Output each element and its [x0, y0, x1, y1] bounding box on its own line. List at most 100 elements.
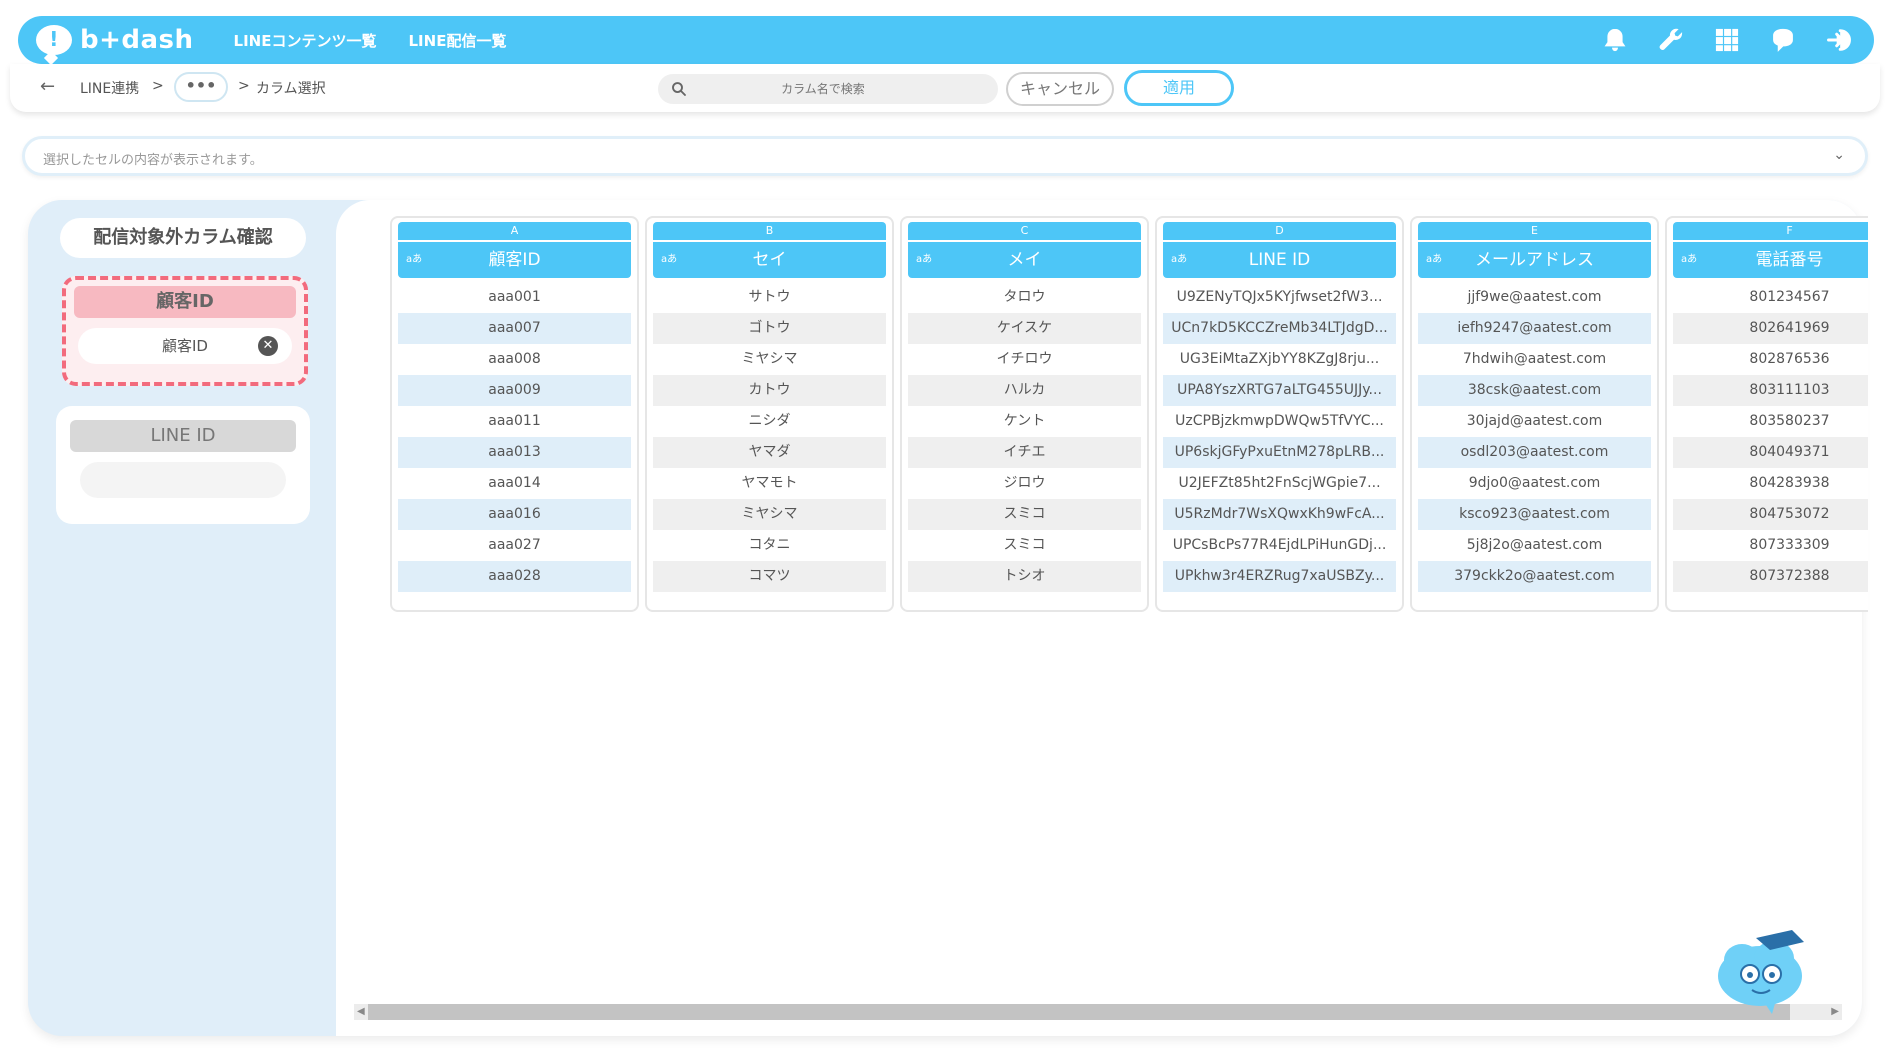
table-cell[interactable]: 803580237 — [1673, 406, 1868, 437]
scroll-left-icon[interactable]: ◀ — [357, 1004, 365, 1020]
table-cell[interactable]: UzCPBjzkmwpDWQw5TfVYC... — [1163, 406, 1396, 437]
table-cell[interactable]: osdl203@aatest.com — [1418, 437, 1651, 468]
table-cell[interactable]: UPkhw3r4ERZRug7xaUSBZy... — [1163, 561, 1396, 592]
column-header[interactable]: aあ メールアドレス — [1418, 242, 1651, 278]
table-cell[interactable]: 807333309 — [1673, 530, 1868, 561]
table-column[interactable]: Aaあ 顧客ID aaa001 aaa007 aaa008 aaa009 aaa011 aaa… — [390, 216, 639, 612]
table-column[interactable]: Daあ LINE ID U9ZENyTQJx5KYjfwset2fW3... UCn7… — [1155, 216, 1404, 612]
column-header[interactable]: aあ セイ — [653, 242, 886, 278]
table-cell[interactable]: aaa007 — [398, 313, 631, 344]
scrollbar-thumb[interactable] — [368, 1004, 1790, 1020]
chevron-down-icon[interactable]: ⌄ — [1833, 147, 1845, 163]
cancel-button[interactable]: キャンセル — [1006, 72, 1114, 106]
table-cell[interactable]: UPCsBcPs77R4EjdLPiHunGDj... — [1163, 530, 1396, 561]
table-cell[interactable]: 803111103 — [1673, 375, 1868, 406]
table-column[interactable]: Caあ メイ タロウ ケイスケ イチロウ ハルカ ケント イチエ ジロウ スミコ スミコ トシオ — [900, 216, 1149, 612]
table-cell[interactable]: ジロウ — [908, 468, 1141, 499]
column-header[interactable]: aあ 顧客ID — [398, 242, 631, 278]
table-cell[interactable]: ヤマダ — [653, 437, 886, 468]
table-cell[interactable]: 801234567 — [1673, 282, 1868, 313]
line-id-card[interactable]: LINE ID — [56, 406, 310, 524]
table-cell[interactable]: ニシダ — [653, 406, 886, 437]
table-cell[interactable]: aaa001 — [398, 282, 631, 313]
table-cell[interactable]: aaa014 — [398, 468, 631, 499]
horizontal-scrollbar[interactable]: ◀ ▶ — [354, 1004, 1842, 1020]
column-rows: サトウ ゴトウ ミヤシマ カトウ ニシダ ヤマダ ヤマモト ミヤシマ コタニ コマツ — [653, 282, 886, 592]
table-cell[interactable]: イチエ — [908, 437, 1141, 468]
column-header[interactable]: aあ 電話番号 — [1673, 242, 1868, 278]
wrench-icon[interactable] — [1654, 23, 1688, 57]
excluded-column-chip[interactable]: 顧客ID ✕ — [78, 328, 292, 364]
table-cell[interactable]: aaa028 — [398, 561, 631, 592]
table-cell[interactable]: 30jajd@aatest.com — [1418, 406, 1651, 437]
table-cell[interactable]: 804049371 — [1673, 437, 1868, 468]
remove-chip-icon[interactable]: ✕ — [258, 336, 278, 356]
table-cell[interactable]: 5j8j2o@aatest.com — [1418, 530, 1651, 561]
table-cell[interactable]: ハルカ — [908, 375, 1141, 406]
table-cell[interactable]: ミヤシマ — [653, 499, 886, 530]
mascot-assistant-icon[interactable] — [1712, 920, 1812, 1016]
table-cell[interactable]: 804753072 — [1673, 499, 1868, 530]
scroll-right-icon[interactable]: ▶ — [1831, 1004, 1839, 1020]
bell-icon[interactable] — [1598, 23, 1632, 57]
column-letter: F — [1673, 222, 1868, 240]
table-column[interactable]: Baあ セイ サトウ ゴトウ ミヤシマ カトウ ニシダ ヤマダ ヤマモト ミヤシマ コタニ コマツ — [645, 216, 894, 612]
table-cell[interactable]: U9ZENyTQJx5KYjfwset2fW3... — [1163, 282, 1396, 313]
table-cell[interactable]: 38csk@aatest.com — [1418, 375, 1651, 406]
table-cell[interactable]: ケント — [908, 406, 1141, 437]
column-header[interactable]: aあ メイ — [908, 242, 1141, 278]
column-header[interactable]: aあ LINE ID — [1163, 242, 1396, 278]
table-cell[interactable]: UCn7kD5KCCZreMb34LTJdgD... — [1163, 313, 1396, 344]
table-cell[interactable]: ゴトウ — [653, 313, 886, 344]
table-cell[interactable]: U5RzMdr7WsXQwxKh9wFcA... — [1163, 499, 1396, 530]
apply-button[interactable]: 適用 — [1124, 70, 1234, 106]
table-cell[interactable]: aaa009 — [398, 375, 631, 406]
table-cell[interactable]: 9djo0@aatest.com — [1418, 468, 1651, 499]
breadcrumb-line-link[interactable]: LINE連携 — [80, 78, 139, 98]
cell-content-bar[interactable]: 選択したセルの内容が表示されます。 ⌄ — [22, 136, 1868, 176]
table-column[interactable]: Eaあ メールアドレス jjf9we@aatest.com iefh9247@aate… — [1410, 216, 1659, 612]
table-cell[interactable]: aaa016 — [398, 499, 631, 530]
bdash-logo[interactable]: ! b+dash — [36, 25, 194, 55]
nav-line-contents[interactable]: LINEコンテンツ一覧 — [234, 30, 377, 51]
table-cell[interactable]: スミコ — [908, 499, 1141, 530]
back-arrow-icon[interactable]: ← — [40, 76, 55, 97]
table-cell[interactable]: 804283938 — [1673, 468, 1868, 499]
table-cell[interactable]: コタニ — [653, 530, 886, 561]
table-cell[interactable]: ksco923@aatest.com — [1418, 499, 1651, 530]
nav-line-delivery[interactable]: LINE配信一覧 — [409, 30, 507, 51]
table-cell[interactable]: サトウ — [653, 282, 886, 313]
table-cell[interactable]: スミコ — [908, 530, 1141, 561]
table-column[interactable]: Faあ 電話番号 801234567 802641969 802876536 803111… — [1665, 216, 1868, 612]
table-cell[interactable]: トシオ — [908, 561, 1141, 592]
excluded-column-card[interactable]: 顧客ID 顧客ID ✕ — [62, 276, 308, 386]
table-cell[interactable]: イチロウ — [908, 344, 1141, 375]
table-cell[interactable]: コマツ — [653, 561, 886, 592]
table-cell[interactable]: カトウ — [653, 375, 886, 406]
table-cell[interactable]: UPA8YszXRTG7aLTG455UJJy... — [1163, 375, 1396, 406]
table-cell[interactable]: aaa011 — [398, 406, 631, 437]
table-cell[interactable]: 802876536 — [1673, 344, 1868, 375]
line-id-drop-slot[interactable] — [80, 462, 286, 498]
table-cell[interactable]: 807372388 — [1673, 561, 1868, 592]
breadcrumb-more-button[interactable]: ••• — [174, 72, 228, 102]
table-cell[interactable]: U2JEFZt85ht2FnScjWGpie7... — [1163, 468, 1396, 499]
table-cell[interactable]: 379ckk2o@aatest.com — [1418, 561, 1651, 592]
table-cell[interactable]: タロウ — [908, 282, 1141, 313]
table-cell[interactable]: aaa027 — [398, 530, 631, 561]
table-cell[interactable]: UP6skjGFyPxuEtnM278pLRB... — [1163, 437, 1396, 468]
logout-icon[interactable] — [1822, 23, 1856, 57]
table-cell[interactable]: iefh9247@aatest.com — [1418, 313, 1651, 344]
grid-icon[interactable] — [1710, 23, 1744, 57]
table-cell[interactable]: jjf9we@aatest.com — [1418, 282, 1651, 313]
table-cell[interactable]: 802641969 — [1673, 313, 1868, 344]
chat-bot-icon[interactable] — [1766, 23, 1800, 57]
table-cell[interactable]: ヤマモト — [653, 468, 886, 499]
table-cell[interactable]: aaa013 — [398, 437, 631, 468]
table-cell[interactable]: ミヤシマ — [653, 344, 886, 375]
table-cell[interactable]: 7hdwih@aatest.com — [1418, 344, 1651, 375]
column-search-input[interactable] — [688, 82, 998, 96]
table-cell[interactable]: ケイスケ — [908, 313, 1141, 344]
table-cell[interactable]: UG3EiMtaZXjbYY8KZgJ8rju... — [1163, 344, 1396, 375]
table-cell[interactable]: aaa008 — [398, 344, 631, 375]
